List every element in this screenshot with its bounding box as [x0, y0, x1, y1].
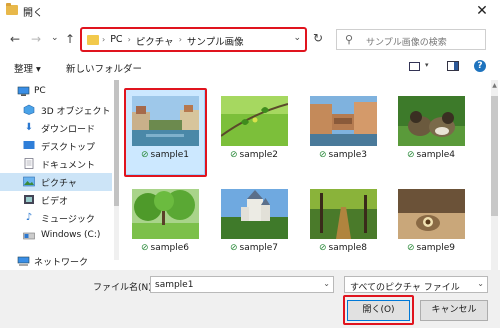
open-button[interactable]: 開く(O) [347, 300, 410, 321]
preview-pane-icon[interactable] [447, 61, 459, 71]
filetype-value: すべてのピクチャ ファイル [350, 283, 460, 293]
file-name: ⊘ sample6 [141, 243, 189, 253]
thumbnail-sample4 [398, 96, 465, 146]
search-icon: ⚲ [345, 33, 354, 46]
sync-check-icon: ⊘ [141, 243, 149, 253]
sync-check-icon: ⊘ [407, 243, 415, 253]
thumbnail-sample3 [310, 96, 377, 146]
chevron-down-icon[interactable]: ⌄ [323, 279, 330, 288]
thumbnail-sample7 [221, 189, 288, 239]
drive-icon [23, 230, 35, 241]
address-bar[interactable]: › PC › ピクチャ › サンプル画像 ⌄ [80, 27, 307, 52]
back-button[interactable]: ← [10, 33, 20, 45]
video-icon [23, 194, 35, 205]
filename-field[interactable]: sample1 ⌄ [150, 276, 334, 293]
3d-objects-icon [23, 104, 35, 115]
file-list: ⊘ sample1 ⊘ sample2 ⊘ sample3 ⊘ sample4 … [120, 80, 490, 270]
sync-check-icon: ⊘ [230, 243, 238, 253]
sidebar-item-network[interactable]: ネットワーク [0, 252, 112, 270]
selection-highlight [124, 88, 207, 177]
desktop-icon [23, 140, 35, 151]
file-name: ⊘ sample3 [319, 150, 367, 160]
forward-button[interactable]: → [31, 33, 41, 45]
sidebar-item-3d-objects[interactable]: 3D オブジェクト [0, 101, 112, 119]
help-icon[interactable]: ? [474, 60, 486, 72]
sidebar-item-videos[interactable]: ビデオ [0, 191, 112, 209]
navigation-bar: ← → ⌄ ↑ › PC › ピクチャ › サンプル画像 ⌄ ↻ ⚲ サンプル画… [0, 22, 500, 56]
thumbnail-sample9 [398, 189, 465, 239]
breadcrumb: › PC › ピクチャ › サンプル画像 [102, 34, 244, 48]
breadcrumb-pc[interactable]: PC [110, 34, 122, 48]
pictures-icon [23, 176, 35, 187]
folder-icon [87, 35, 99, 45]
file-name: ⊘ sample9 [407, 243, 455, 253]
thumbnail-sample6 [132, 189, 199, 239]
filename-value: sample1 [155, 280, 194, 290]
content-scrollbar-thumb[interactable] [491, 96, 498, 216]
chevron-right-icon: › [178, 35, 182, 44]
dialog-footer: ファイル名(N): sample1 ⌄ すべてのピクチャ ファイル ⌄ 開く(O… [0, 270, 500, 328]
file-tile-sample8[interactable]: ⊘ sample8 [304, 183, 382, 267]
command-bar: 整理 ▾ 新しいフォルダー ▾ ? [0, 56, 500, 78]
breadcrumb-sample-images[interactable]: サンプル画像 [187, 34, 244, 48]
file-tile-sample6[interactable]: ⊘ sample6 [126, 183, 204, 267]
file-tile-sample2[interactable]: ⊘ sample2 [215, 90, 293, 174]
up-button[interactable]: ↑ [65, 33, 75, 45]
view-options-icon[interactable] [409, 62, 420, 71]
recent-locations-button[interactable]: ⌄ [51, 32, 59, 44]
document-icon [23, 158, 35, 169]
filename-label: ファイル名(N): [93, 283, 155, 293]
sidebar-item-downloads[interactable]: ⬇ ダウンロード [0, 119, 112, 137]
file-name: ⊘ sample7 [230, 243, 278, 253]
file-tile-sample9[interactable]: ⊘ sample9 [392, 183, 470, 267]
music-icon: ♪ [25, 212, 33, 223]
sidebar-item-pc[interactable]: PC [0, 83, 112, 101]
chevron-right-icon: › [127, 35, 131, 44]
breadcrumb-pictures[interactable]: ピクチャ [136, 34, 174, 48]
chevron-down-icon: ⌄ [477, 279, 484, 288]
file-name: ⊘ sample2 [230, 150, 278, 160]
thumbnail-sample8 [310, 189, 377, 239]
scroll-up-icon[interactable]: ▲ [491, 82, 498, 89]
navigation-pane: PC 3D オブジェクト ⬇ ダウンロード デスクトップ ドキュメント ピクチャ… [0, 80, 118, 270]
search-placeholder: サンプル画像の検索 [366, 38, 447, 48]
sidebar-item-windows-c[interactable]: Windows (C:) [0, 227, 112, 245]
sidebar-scrollbar-thumb[interactable] [114, 80, 119, 206]
title-bar: 開く ✕ [0, 0, 500, 22]
file-name: ⊘ sample8 [319, 243, 367, 253]
chevron-down-icon[interactable]: ▾ [425, 61, 429, 69]
chevron-right-icon: › [102, 35, 106, 44]
file-tile-sample7[interactable]: ⊘ sample7 [215, 183, 293, 267]
pc-icon [17, 86, 30, 97]
folder-icon [6, 3, 18, 15]
search-input[interactable]: ⚲ サンプル画像の検索 [336, 29, 486, 50]
sidebar-item-documents[interactable]: ドキュメント [0, 155, 112, 173]
download-icon: ⬇ [24, 122, 34, 133]
sync-check-icon: ⊘ [319, 150, 327, 160]
sync-check-icon: ⊘ [230, 150, 238, 160]
thumbnail-sample2 [221, 96, 288, 146]
sidebar-item-music[interactable]: ♪ ミュージック [0, 209, 112, 227]
sync-check-icon: ⊘ [407, 150, 415, 160]
network-icon [17, 255, 30, 266]
refresh-button[interactable]: ↻ [313, 31, 323, 45]
close-button[interactable]: ✕ [470, 1, 494, 21]
sync-check-icon: ⊘ [319, 243, 327, 253]
organize-button[interactable]: 整理 ▾ [14, 61, 41, 75]
file-tile-sample4[interactable]: ⊘ sample4 [392, 90, 470, 174]
sidebar-item-pictures[interactable]: ピクチャ [0, 173, 112, 191]
file-name: ⊘ sample4 [407, 150, 455, 160]
chevron-down-icon[interactable]: ⌄ [293, 33, 301, 43]
filetype-select[interactable]: すべてのピクチャ ファイル ⌄ [344, 276, 488, 293]
sidebar-item-desktop[interactable]: デスクトップ [0, 137, 112, 155]
new-folder-button[interactable]: 新しいフォルダー [66, 61, 142, 75]
cancel-button[interactable]: キャンセル [420, 300, 488, 321]
window-title: 開く [23, 8, 43, 19]
file-tile-sample3[interactable]: ⊘ sample3 [304, 90, 382, 174]
